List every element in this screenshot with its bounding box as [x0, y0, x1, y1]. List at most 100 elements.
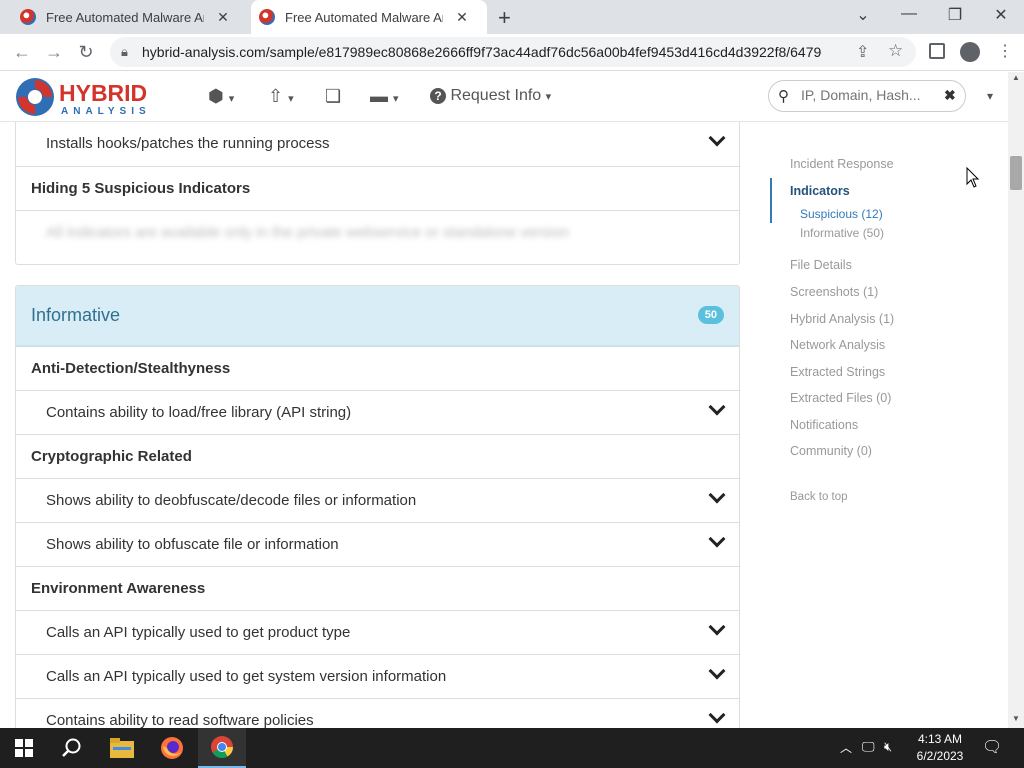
hidden-indicators-note: All indicators are available only in the… [46, 224, 569, 241]
close-tab-icon[interactable]: ✕ [455, 9, 469, 26]
indicator-row[interactable]: Contains ability to load/free library (A… [16, 390, 739, 434]
reports-copy-icon[interactable]: ❏ [325, 86, 341, 107]
nav-network-analysis[interactable]: Network Analysis [790, 338, 885, 352]
chevron-down-icon[interactable] [708, 486, 726, 504]
upload-file-menu-icon[interactable]: ⇧ ▾ [268, 86, 294, 107]
logo-wordmark-top: HYBRID [59, 80, 147, 106]
hybrid-analysis-favicon-icon [20, 9, 36, 25]
new-tab-button[interactable]: + [498, 5, 511, 31]
windows-taskbar: ︿ 🖵︎ 🔇︎ 4:13 AM 6/2/2023 🗨︎ [0, 728, 1024, 768]
indicator-label: Contains ability to load/free library (A… [46, 404, 352, 421]
profile-avatar-icon[interactable] [960, 42, 980, 62]
scrollbar-thumb[interactable] [1010, 156, 1022, 190]
hybrid-analysis-favicon-icon [259, 9, 275, 25]
lock-icon: 🔒︎ [121, 44, 128, 59]
forward-arrow-icon[interactable]: → [42, 42, 66, 63]
indicator-label: Shows ability to obfuscate file or infor… [46, 536, 339, 553]
tab-title: Free Automated Malware Analysis [46, 9, 204, 25]
chrome-taskbar-icon[interactable] [198, 728, 246, 768]
request-info-label: Request Info [450, 87, 542, 104]
reload-icon[interactable]: ↻ [74, 42, 98, 63]
hidden-indicators-heading: Hiding 5 Suspicious Indicators [16, 166, 739, 210]
question-circle-icon: ? [430, 88, 446, 104]
address-bar[interactable]: 🔒︎ hybrid-analysis.com/sample/e817989ec8… [110, 37, 916, 67]
browser-toolbar: ← → ↻ 🔒︎ hybrid-analysis.com/sample/e817… [0, 34, 1024, 71]
nav-file-details[interactable]: File Details [790, 258, 852, 272]
indicator-label: Contains ability to read software polici… [46, 712, 314, 728]
show-hidden-icons-chevron-icon[interactable]: ︿ [840, 739, 852, 756]
user-menu-caret-icon[interactable]: ▾ [987, 89, 993, 103]
chevron-down-icon[interactable] [708, 530, 726, 548]
site-header: HYBRID ANALYSIS ⬢ ▾ ⇧ ▾ ❏ ▬ ▾ ? Request … [0, 72, 1008, 122]
indicator-row[interactable]: Calls an API typically used to get produ… [16, 610, 739, 654]
nav-community[interactable]: Community (0) [790, 444, 872, 458]
request-info-menu[interactable]: ? Request Info ▾ [430, 87, 551, 105]
nav-back-to-top[interactable]: Back to top [790, 491, 848, 503]
indicator-row[interactable]: Calls an API typically used to get syste… [16, 654, 739, 698]
scroll-up-arrow-icon[interactable]: ▲ [1012, 73, 1020, 82]
indicator-row[interactable]: Installs hooks/patches the running proce… [16, 122, 739, 166]
chevron-down-icon[interactable] [708, 129, 726, 147]
nav-screenshots[interactable]: Screenshots (1) [790, 285, 878, 299]
back-arrow-icon[interactable]: ← [10, 42, 34, 63]
clock-date: 6/2/2023 [916, 749, 964, 763]
chevron-down-icon[interactable] [708, 398, 726, 416]
nav-extracted-files[interactable]: Extracted Files (0) [790, 391, 891, 405]
informative-panel-header[interactable]: Informative 50 [16, 286, 739, 346]
chevron-down-icon[interactable] [708, 662, 726, 680]
suspicious-indicators-panel: Installs hooks/patches the running proce… [15, 122, 740, 265]
nav-incident-response[interactable]: Incident Response [790, 157, 894, 171]
indicator-row[interactable]: Shows ability to deobfuscate/decode file… [16, 478, 739, 522]
logo-wordmark-bottom: ANALYSIS [61, 106, 151, 117]
bookmark-star-icon[interactable]: ☆ [888, 41, 903, 61]
notifications-icon[interactable]: 🗨︎ [982, 737, 1002, 757]
chevron-down-icon[interactable] [708, 706, 726, 724]
url-text: hybrid-analysis.com/sample/e817989ec8086… [142, 44, 822, 60]
active-section-indicator [770, 178, 772, 223]
page-scrollbar[interactable]: ▲ ▼ [1008, 72, 1024, 728]
taskbar-clock[interactable]: 4:13 AM 6/2/2023 [905, 731, 975, 765]
indicator-label: Shows ability to deobfuscate/decode file… [46, 492, 417, 509]
indicator-category: Anti-Detection/Stealthyness [16, 346, 739, 390]
browser-tab-2[interactable]: Free Automated Malware Analysis ✕ [251, 0, 487, 34]
indicator-label: Installs hooks/patches the running proce… [46, 135, 330, 152]
side-panel-icon[interactable] [929, 43, 945, 59]
search-input[interactable] [801, 87, 931, 103]
nav-informative[interactable]: Informative (50) [800, 226, 884, 240]
search-box: ⚲ ✖ [768, 80, 966, 112]
chrome-menu-icon[interactable]: ⋮ [997, 41, 1013, 61]
search-icon: ⚲ [778, 88, 789, 105]
indicator-category: Cryptographic Related [16, 434, 739, 478]
nav-extracted-strings[interactable]: Extracted Strings [790, 365, 885, 379]
restore-button[interactable]: ❐ [940, 5, 970, 25]
clear-search-icon[interactable]: ✖ [944, 87, 956, 104]
browser-tab-strip: Free Automated Malware Analysis ✕ Free A… [0, 0, 1024, 34]
sandbox-menu-cube-icon[interactable]: ⬢ ▾ [208, 86, 234, 107]
file-explorer-icon[interactable] [98, 728, 146, 768]
hybrid-analysis-logo[interactable]: HYBRID ANALYSIS [15, 76, 180, 118]
search-taskbar-icon[interactable] [48, 728, 96, 768]
close-tab-icon[interactable]: ✕ [216, 9, 230, 26]
category-label: Cryptographic Related [31, 448, 192, 465]
share-icon[interactable]: ⇪ [856, 42, 869, 62]
minimize-button[interactable]: — [894, 5, 924, 23]
nav-indicators[interactable]: Indicators [790, 184, 850, 198]
network-icon[interactable]: 🖵︎ [862, 739, 875, 755]
chevron-down-icon[interactable] [708, 618, 726, 636]
nav-suspicious[interactable]: Suspicious (12) [800, 207, 883, 221]
nav-notifications[interactable]: Notifications [790, 418, 858, 432]
indicator-row[interactable]: Contains ability to read software polici… [16, 698, 739, 728]
hidden-indicators-title: Hiding 5 Suspicious Indicators [31, 180, 251, 197]
folder-menu-icon[interactable]: ▬ ▾ [370, 86, 399, 107]
close-window-button[interactable]: ✕ [986, 5, 1016, 25]
tab-title: Free Automated Malware Analysis [285, 9, 443, 25]
nav-hybrid-analysis[interactable]: Hybrid Analysis (1) [790, 312, 894, 326]
informative-title: Informative [31, 305, 121, 325]
indicator-row[interactable]: Shows ability to obfuscate file or infor… [16, 522, 739, 566]
firefox-icon[interactable] [148, 728, 196, 768]
volume-muted-icon[interactable]: 🔇︎ [884, 739, 892, 755]
tab-search-chevron-icon[interactable]: ⌄ [848, 5, 878, 25]
windows-start-icon[interactable] [0, 728, 48, 768]
scroll-down-arrow-icon[interactable]: ▼ [1012, 714, 1020, 723]
browser-tab-1[interactable]: Free Automated Malware Analysis ✕ [12, 0, 248, 34]
